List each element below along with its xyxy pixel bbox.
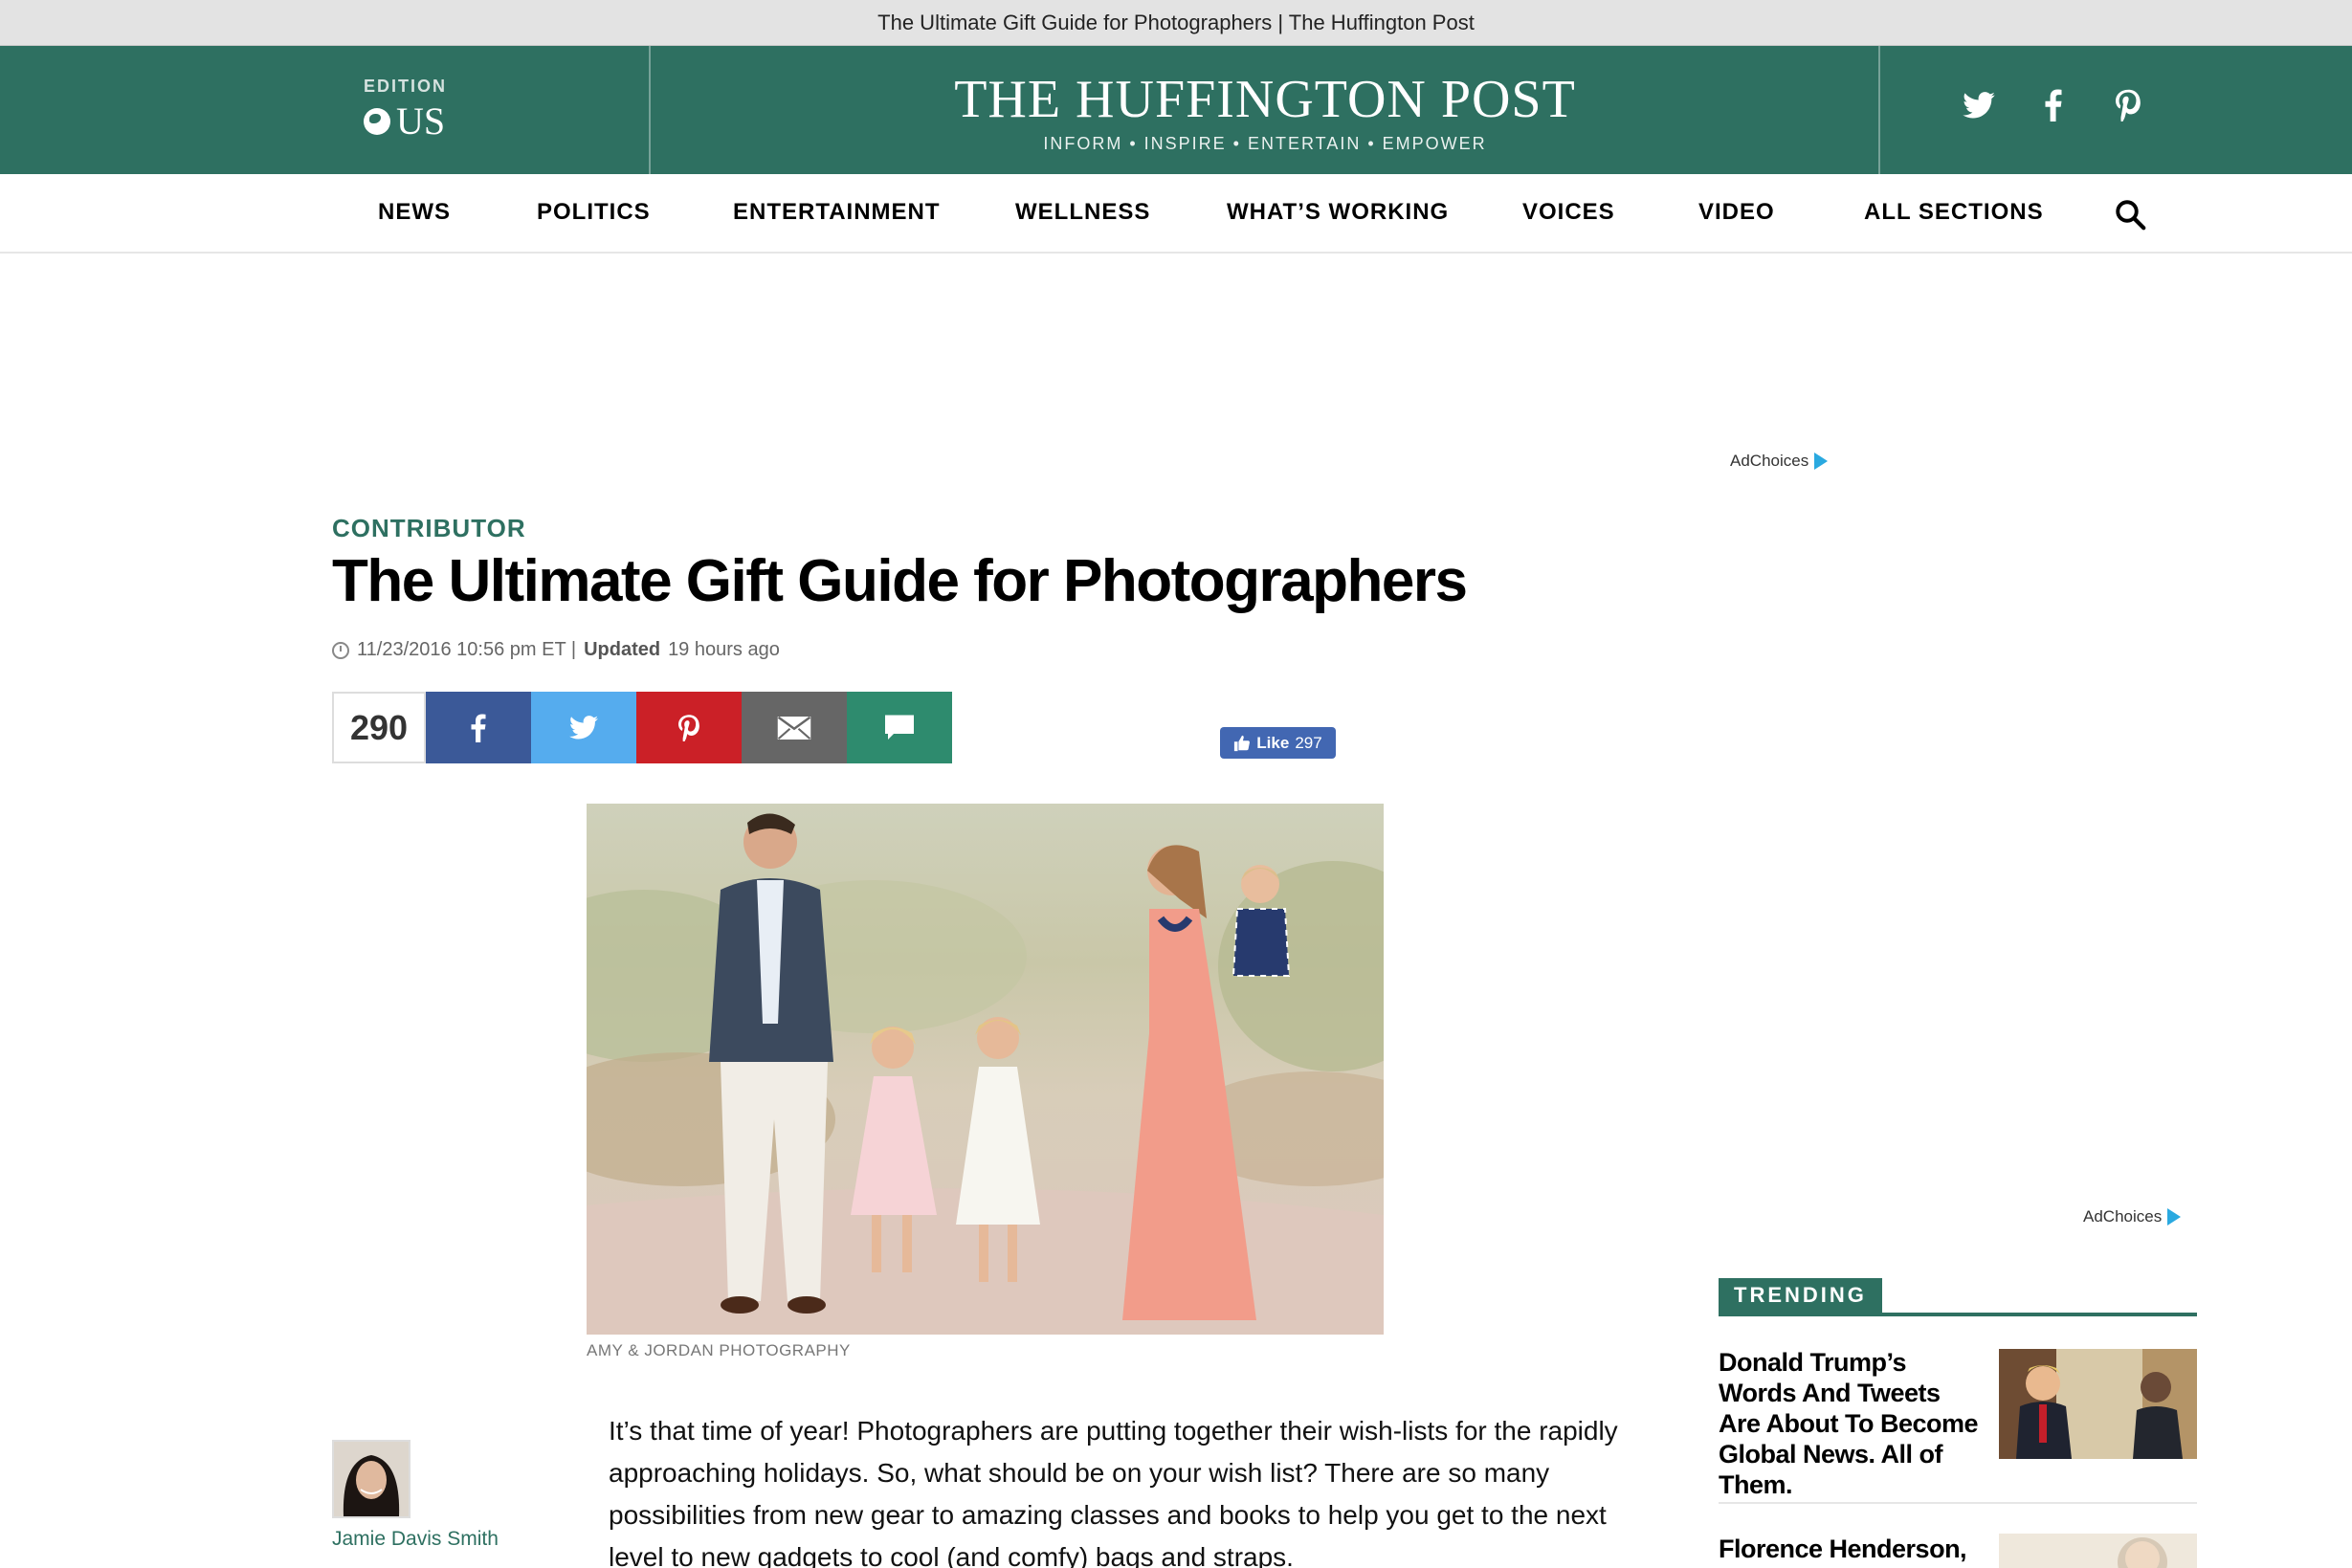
facebook-icon [471,713,486,742]
facebook-like-count: 297 [1295,733,1322,752]
twitter-icon [569,716,598,740]
share-count: 290 [332,692,426,763]
updated-value: 19 hours ago [668,639,780,660]
share-pinterest-button[interactable] [636,692,742,763]
social-links [1962,88,2145,122]
adchoices-icon [2167,1208,2182,1226]
site-logo[interactable]: THE HUFFINGTON POST INFORM • INSPIRE • E… [651,69,1879,154]
window-title-bar: The Ultimate Gift Guide for Photographer… [0,0,2352,46]
trending-header: TRENDING [1719,1278,2197,1316]
edition-selector[interactable]: EDITION US [364,77,447,144]
logo-tagline: INFORM • INSPIRE • ENTERTAIN • EMPOWER [1043,134,1487,153]
trending-thumbnail[interactable] [1999,1534,2197,1568]
share-comment-button[interactable] [847,692,952,763]
adchoices-link[interactable]: AdChoices [2083,1207,2182,1226]
clock-icon [332,641,349,659]
share-twitter-button[interactable] [531,692,636,763]
nav-item-whats-working[interactable]: WHAT’S WORKING [1227,199,1449,226]
author-name[interactable]: Jamie Davis Smith [332,1528,499,1551]
nav-item-news[interactable]: NEWS [378,199,451,226]
share-facebook-button[interactable] [426,692,531,763]
edition-label: EDITION [364,77,448,96]
article-kicker[interactable]: CONTRIBUTOR [332,514,526,543]
email-icon [777,716,811,740]
nav-item-politics[interactable]: POLITICS [537,199,651,226]
main-nav: NEWS POLITICS ENTERTAINMENT WELLNESS WHA… [0,174,2352,254]
trending-divider [1719,1502,2197,1504]
search-icon[interactable] [2113,197,2147,232]
article-timestamp: 11/23/2016 10:56 pm ET | [357,639,577,660]
trending-headline[interactable]: Florence Henderson, [1719,1534,1986,1564]
adchoices-label: AdChoices [2083,1207,2163,1226]
trending-thumbnail[interactable] [1999,1349,2197,1459]
comment-icon [885,715,914,740]
pinterest-icon[interactable] [2111,88,2145,122]
article-headline: The Ultimate Gift Guide for Photographer… [332,548,1468,614]
adchoices-label: AdChoices [1730,452,1809,470]
adchoices-icon [1814,453,1829,470]
article-meta: 11/23/2016 10:56 pm ET | Updated 19 hour… [332,639,780,661]
pinterest-icon [678,714,699,741]
author-avatar[interactable] [332,1440,410,1518]
article-photo[interactable] [587,804,1384,1335]
twitter-icon[interactable] [1962,88,1996,122]
facebook-like-label: Like [1256,733,1290,752]
updated-label: Updated [584,639,661,660]
site-header: EDITION US THE HUFFINGTON POST INFORM • … [0,46,2352,174]
header-divider [1878,46,1880,174]
edition-value: US [396,99,446,143]
nav-item-wellness[interactable]: WELLNESS [1015,199,1150,226]
nav-item-voices[interactable]: VOICES [1522,199,1615,226]
facebook-like-button[interactable]: Like 297 [1220,727,1336,759]
window-title: The Ultimate Gift Guide for Photographer… [877,10,1475,34]
share-bar: 290 [332,692,952,763]
photo-caption: AMY & JORDAN PHOTOGRAPHY [587,1341,851,1359]
article-body: It’s that time of year! Photographers ar… [609,1416,1618,1568]
nav-item-all-sections[interactable]: ALL SECTIONS [1864,199,2044,226]
thumbs-up-icon [1234,735,1251,751]
share-email-button[interactable] [742,692,847,763]
trending-headline[interactable]: Donald Trump’s Words And Tweets Are Abou… [1719,1347,1986,1500]
nav-item-entertainment[interactable]: ENTERTAINMENT [733,199,941,226]
adchoices-link[interactable]: AdChoices [1730,452,1829,471]
facebook-icon[interactable] [2036,88,2071,122]
nav-item-video[interactable]: VIDEO [1698,199,1775,226]
globe-icon [364,107,390,135]
logo-text: THE HUFFINGTON POST [954,70,1576,129]
trending-label: TRENDING [1719,1278,1882,1313]
